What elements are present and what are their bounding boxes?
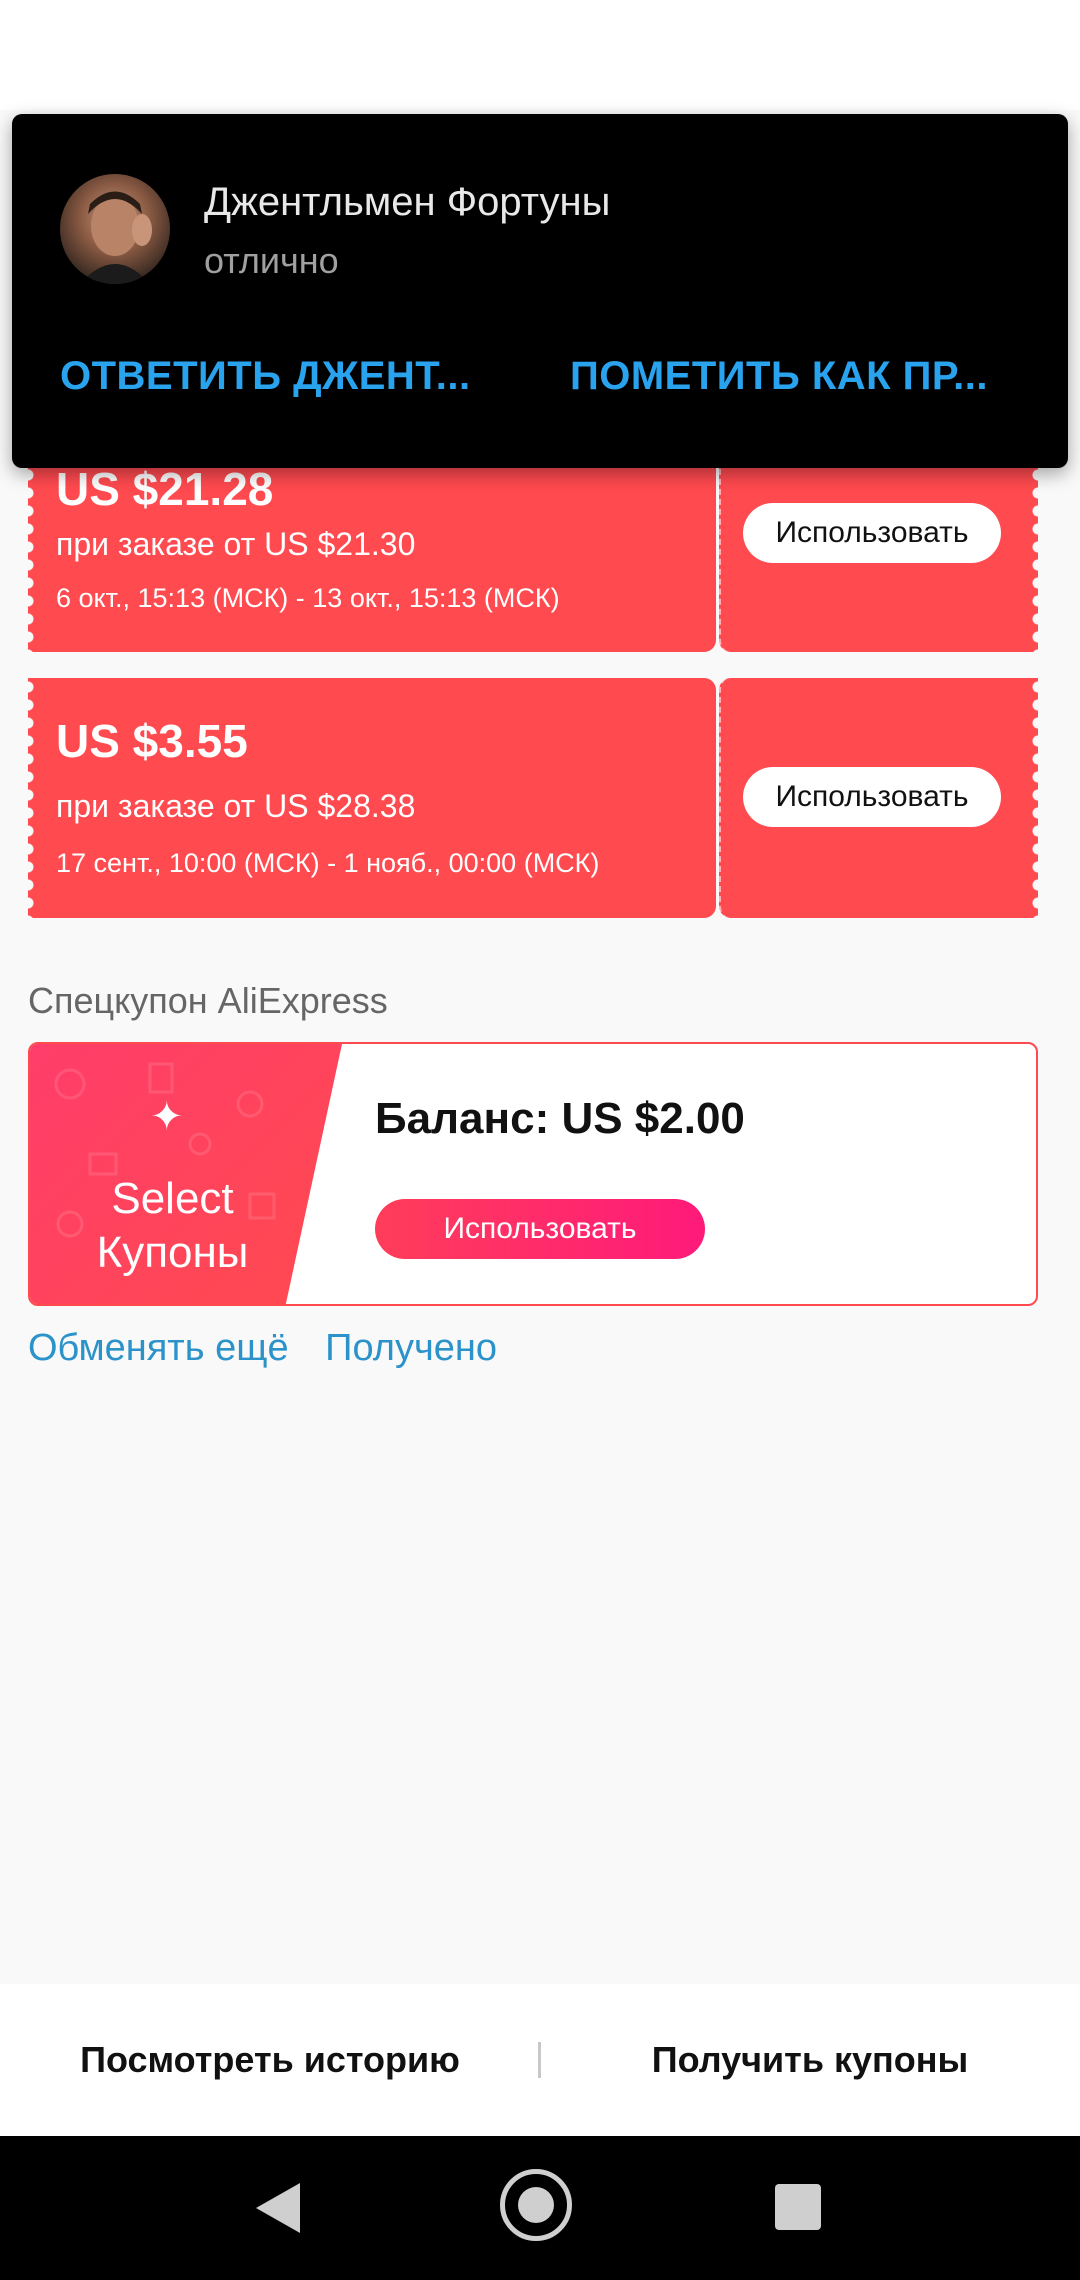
notification-message: отлично <box>204 240 339 281</box>
banner-text: Select Купоны <box>30 1172 315 1280</box>
exchange-more-link[interactable]: Обменять ещё <box>28 1327 289 1369</box>
coupon-action-area: Использовать <box>719 678 1038 918</box>
status-bar-area <box>0 0 1080 110</box>
use-coupon-button[interactable]: Использовать <box>743 503 1001 563</box>
coupon-min-order: при заказе от US $21.30 <box>56 526 416 562</box>
coupon-card: US $3.55 при заказе от US $28.38 17 сент… <box>28 678 1038 918</box>
coupon-validity: 6 окт., 15:13 (МСК) - 13 окт., 15:13 (МС… <box>56 583 560 613</box>
coupon-amount: US $3.55 <box>56 715 248 767</box>
coupon-balance: Баланс: US $2.00 <box>375 1094 745 1143</box>
banner-line-coupons: Купоны <box>96 1228 249 1277</box>
screen: US $21.28 при заказе от US $21.30 6 окт.… <box>0 0 1080 2280</box>
special-coupon-card: ✦ Select Купоны Баланс: US $2.00 Использ… <box>28 1042 1038 1306</box>
received-link[interactable]: Получено <box>325 1327 497 1369</box>
recent-apps-icon[interactable] <box>775 2184 821 2230</box>
use-special-coupon-button[interactable]: Использовать <box>375 1199 705 1259</box>
mark-as-read-action[interactable]: ПОМЕТИТЬ КАК ПР... <box>570 354 988 399</box>
coupon-amount: US $21.28 <box>56 463 274 515</box>
home-icon[interactable] <box>500 2169 572 2241</box>
get-coupons-button[interactable]: Получить купоны <box>580 1984 1040 2136</box>
back-icon[interactable] <box>256 2183 300 2233</box>
reply-action[interactable]: ОТВЕТИТЬ ДЖЕНТ... <box>60 354 471 399</box>
special-coupon-links: Обменять ещё Получено <box>28 1327 523 1370</box>
banner-line-select: Select <box>111 1174 234 1223</box>
sparkle-icon: ✦ <box>150 1095 184 1139</box>
notification-sender: Джентльмен Фортуны <box>204 180 611 224</box>
bottom-action-bar: Посмотреть историю Получить купоны <box>0 1984 1080 2136</box>
use-coupon-button[interactable]: Использовать <box>743 767 1001 827</box>
sender-avatar <box>60 174 170 284</box>
coupon-min-order: при заказе от US $28.38 <box>56 788 416 824</box>
system-navigation-bar <box>0 2136 1080 2280</box>
heads-up-notification[interactable]: Джентльмен Фортуны отлично ОТВЕТИТЬ ДЖЕН… <box>12 114 1068 468</box>
divider <box>538 2042 541 2078</box>
avatar-image <box>80 191 152 284</box>
section-title: Спецкупон AliExpress <box>28 980 388 1021</box>
select-coupons-banner: ✦ Select Купоны <box>30 1044 342 1304</box>
view-history-button[interactable]: Посмотреть историю <box>40 1984 500 2136</box>
coupon-details: US $3.55 при заказе от US $28.38 17 сент… <box>28 678 716 918</box>
coupon-validity: 17 сент., 10:00 (МСК) - 1 нояб., 00:00 (… <box>56 848 600 878</box>
